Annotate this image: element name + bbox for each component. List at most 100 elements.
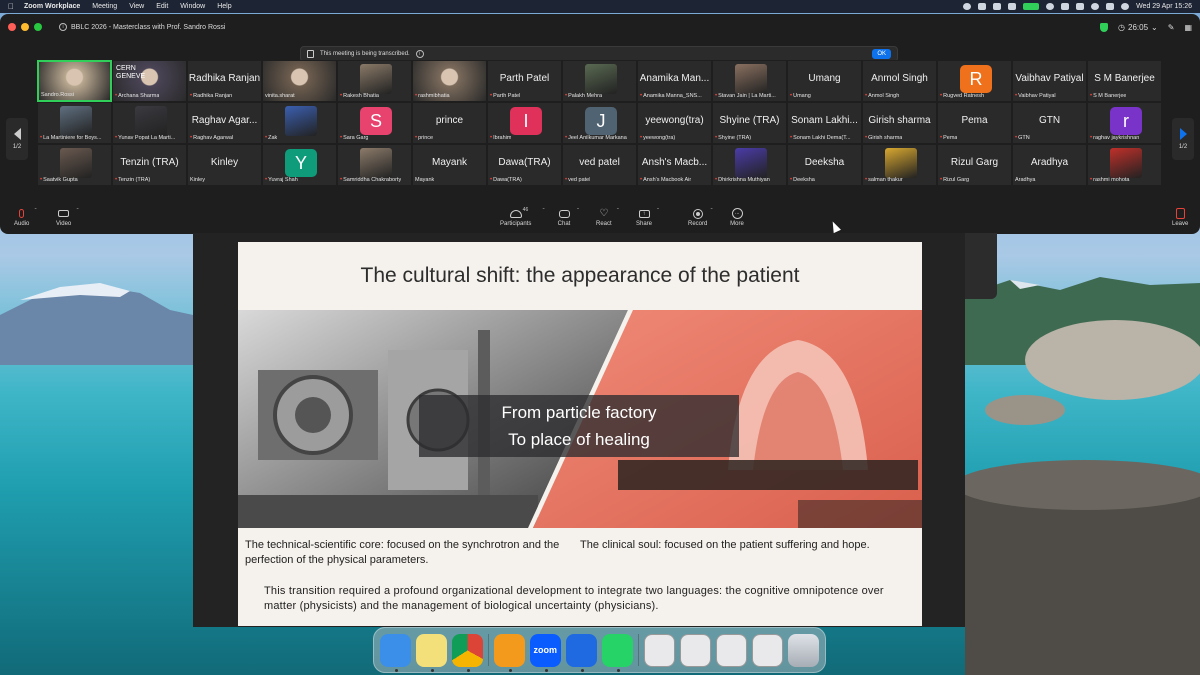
dock-pages-icon[interactable] [493,633,525,672]
participant-tile[interactable]: S • Sara Garg [337,102,412,144]
participant-tile[interactable]: I • Ibrahim [487,102,562,144]
participant-tile[interactable]: Anamika Man... • Anamika Manna_SNS... [637,60,712,102]
participant-tile[interactable]: Tenzin (TRA) • Tenzin (TRA) [112,144,187,186]
dock-window-thumbnail[interactable] [751,633,784,667]
participant-tile[interactable]: Dawa(TRA) • Dawa(TRA) [487,144,562,186]
participant-tile[interactable]: Parth Patel • Parth Patel [487,60,562,102]
dock-notes-icon[interactable] [415,633,447,672]
dock-finder-icon[interactable] [380,633,411,672]
participant-tile[interactable]: Sonam Lakhi... • Sonam Lakhi Dema(T... [787,102,862,144]
search-icon[interactable] [1091,3,1100,10]
participant-tile[interactable]: R • Rugved Ratnesh [937,60,1012,102]
participant-tile[interactable]: Shyine (TRA) • Shyine (TRA) [712,102,787,144]
record-button[interactable]: ˆ Record [688,208,713,227]
siri-icon[interactable] [1121,3,1130,10]
menu-meeting[interactable]: Meeting [92,3,117,10]
participant-tile[interactable]: Deeksha • Deeksha [787,144,862,186]
participant-tile[interactable]: Sandro.Rossi [37,60,112,102]
participant-tile[interactable]: GTN • GTN [1012,102,1087,144]
more-button[interactable]: ··· More [730,208,744,227]
extension-icon[interactable] [993,3,1002,10]
menu-view[interactable]: View [129,3,144,10]
meeting-timer[interactable]: ◷ 26:05 ⌄ [1118,23,1158,32]
participant-tile[interactable]: Kinley Kinley [187,144,262,186]
apple-icon[interactable]:  [8,2,14,11]
next-page-button[interactable]: 1/2 [1172,118,1194,160]
chevron-up-icon[interactable]: ˆ [617,209,619,215]
participant-tile[interactable]: Radhika Ranjan • Radhika Ranjan [187,60,262,102]
security-shield-icon[interactable] [1100,22,1109,32]
participant-tile[interactable]: • Yunav Popat La Marti... [112,102,187,144]
dock-window-thumbnail[interactable] [715,633,747,667]
participant-tile[interactable]: • Dhirkrishna Muthiyan [712,144,787,186]
participant-tile[interactable]: • rashmi mohota [1087,144,1162,186]
participant-tile[interactable]: Ansh's Macb... • Ansh's Macbook Air [637,144,712,186]
leave-button[interactable]: Leave [1172,208,1188,227]
participant-tile[interactable]: Girish sharma • Girish sharma [862,102,937,144]
participant-tile[interactable]: • Saatvik Gupta [37,144,112,186]
previous-page-button[interactable]: 1/2 [6,118,28,160]
audio-button[interactable]: ˆ Audio [14,208,37,227]
pen-icon[interactable]: ✎ [1168,23,1175,32]
chat-button[interactable]: ˆ Chat [557,208,579,227]
participant-tile[interactable]: • Stavan Jain | La Marti... [712,60,787,102]
participant-tile[interactable]: Vaibhav Patiyal • Vaibhav Patiyal [1012,60,1087,102]
menu-edit[interactable]: Edit [156,3,168,10]
zoom-status-icon[interactable] [978,3,987,10]
participant-tile[interactable]: • Zak [262,102,337,144]
chevron-up-icon[interactable]: ˆ [711,209,713,215]
participant-tile[interactable]: Y • Yuvraj Shah [262,144,337,186]
react-button[interactable]: ♡ ˆ React [596,208,619,227]
record-status-icon[interactable] [963,3,972,10]
dock-window-thumbnail[interactable] [643,633,675,667]
menu-help[interactable]: Help [217,3,231,10]
participant-tile[interactable]: Anmol Singh • Anmol Singh [862,60,937,102]
dock-whatsapp-icon[interactable] [601,633,633,672]
control-center-icon[interactable] [1106,3,1115,10]
chevron-up-icon[interactable]: ˆ [577,209,579,215]
participant-tile[interactable]: Rizul Garg • Rizul Garg [937,144,1012,186]
participant-tile[interactable]: r • raghav jaykrishnan [1087,102,1162,144]
participant-tile[interactable]: • La Martiniere for Boys... [37,102,112,144]
participant-tile[interactable]: Aradhya Aradhya [1012,144,1087,186]
dock-zoom-icon[interactable]: zoom [529,633,561,672]
participant-tile[interactable]: prince • prince [412,102,487,144]
participant-tile[interactable]: vinita.sharat [262,60,337,102]
meeting-info-icon[interactable]: i [59,23,67,31]
participant-tile[interactable]: • salman thakur [862,144,937,186]
participant-tile[interactable]: Mayank Mayank [412,144,487,186]
dock-chrome-icon[interactable] [451,633,483,672]
fullscreen-window-button[interactable] [34,23,42,31]
chevron-up-icon[interactable]: ˆ [35,209,37,215]
participant-tile[interactable]: • rashmibhatia [412,60,487,102]
menu-window[interactable]: Window [180,3,205,10]
participant-tile[interactable]: CERN GENEVE • Archana Sharma [112,60,187,102]
dock-trash-icon[interactable] [788,633,819,667]
chevron-up-icon[interactable]: ˆ [543,209,545,215]
chevron-up-icon[interactable]: ˆ [77,209,79,215]
ok-button[interactable]: OK [872,49,891,59]
wifi-icon[interactable] [1076,3,1085,10]
participant-tile[interactable]: Pema • Pema [937,102,1012,144]
video-button[interactable]: ˆ Video [56,208,79,227]
media-icon[interactable] [1046,3,1055,10]
participant-tile[interactable]: S M Banerjee • S M Banerjee [1087,60,1162,102]
participant-tile[interactable]: • Palakh Mehra [562,60,637,102]
participant-tile[interactable]: J • Jeel Anilkumar Markana [562,102,637,144]
participant-tile[interactable]: yeewong(tra) • yeewong(tra) [637,102,712,144]
cloud-icon[interactable] [1008,3,1017,10]
participant-tile[interactable]: Raghav Agar... • Raghav Agarwal [187,102,262,144]
participant-tile[interactable]: • Rakesh Bhatia [337,60,412,102]
grid-view-icon[interactable]: ▦ [1184,23,1192,32]
camera-in-use-icon[interactable] [1023,3,1040,10]
dock-quicktime-icon[interactable] [565,633,597,672]
participant-tile[interactable]: ved patel • ved patel [562,144,637,186]
battery-icon[interactable] [1061,3,1070,10]
dock-window-thumbnail[interactable] [679,633,711,667]
share-button[interactable]: ↑ ˆ Share [636,208,659,227]
close-window-button[interactable] [8,23,16,31]
participant-tile[interactable]: Umang • Umang [787,60,862,102]
participants-button[interactable]: 46 ˆ Participants [500,207,545,227]
chevron-up-icon[interactable]: ˆ [657,209,659,215]
menubar-clock[interactable]: Wed 29 Apr 15:26 [1136,3,1192,10]
